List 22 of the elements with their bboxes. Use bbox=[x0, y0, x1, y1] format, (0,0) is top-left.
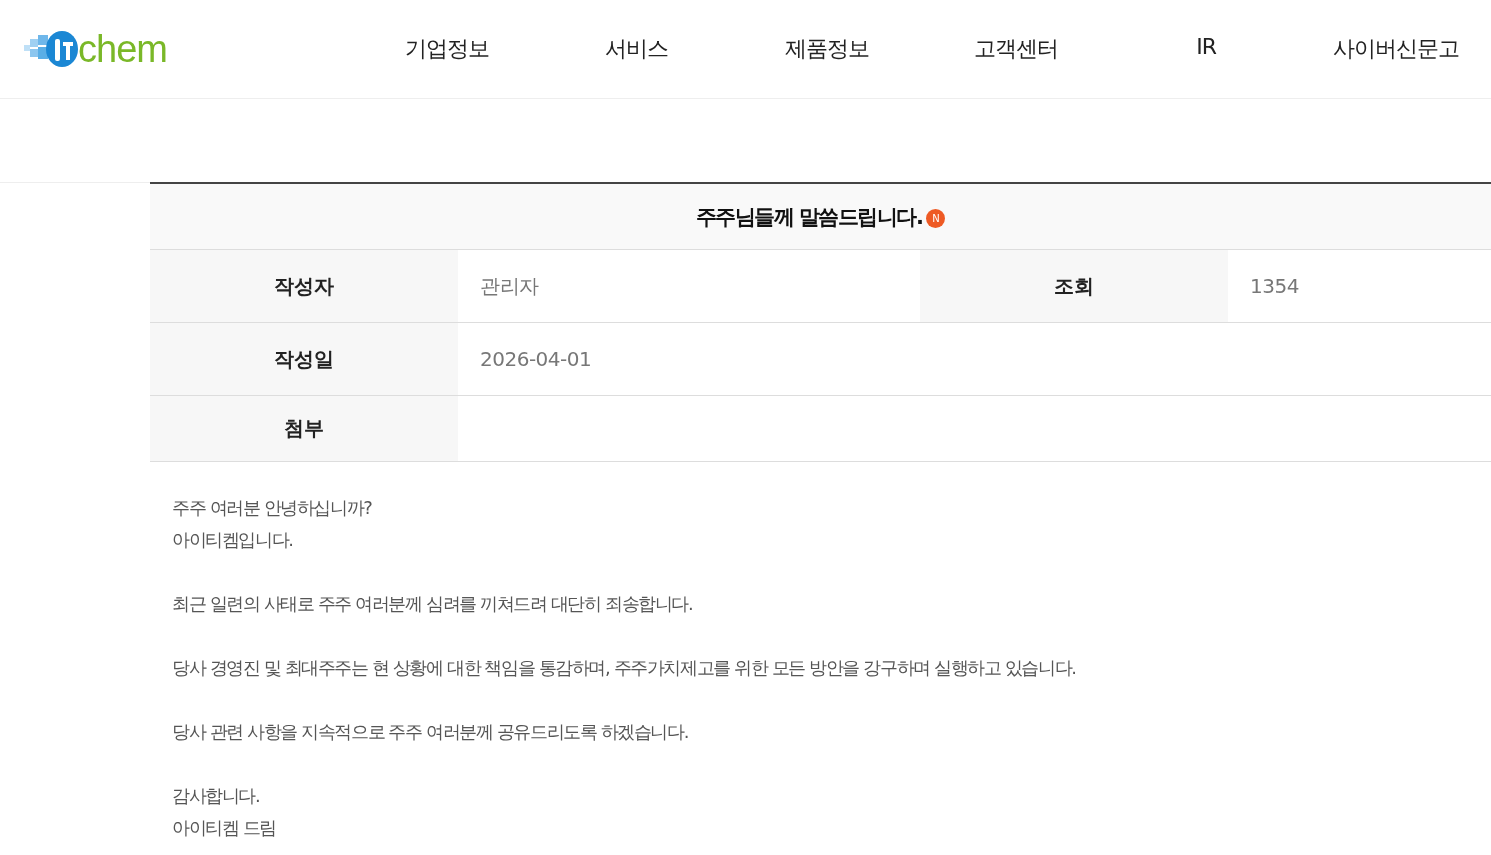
new-badge: N bbox=[926, 208, 946, 228]
nav-link[interactable]: 제품정보 bbox=[736, 34, 917, 64]
body-text: 주주 여러분 안녕하십니까? bbox=[172, 496, 373, 520]
post-title: 주주님들께 말씀드립니다. bbox=[695, 203, 923, 231]
body-text: 아이티켐 드림 bbox=[172, 816, 277, 840]
field-label: 작성일 bbox=[150, 323, 458, 395]
field-value: 2026-04-01 bbox=[479, 346, 593, 373]
field-value: 관리자 bbox=[479, 272, 540, 300]
nav-link[interactable]: IR bbox=[1116, 34, 1297, 64]
nav-link[interactable]: 사이버신문고 bbox=[1306, 34, 1487, 64]
field-label: 조회 bbox=[920, 250, 1228, 322]
nav-link[interactable]: 서비스 bbox=[546, 34, 727, 64]
nav-link[interactable]: 기업정보 bbox=[356, 34, 537, 64]
body-text: 당사 관련 사항을 지속적으로 주주 여러분께 공유드리도록 하겠습니다. bbox=[172, 720, 689, 744]
field-label: 작성자 bbox=[150, 250, 458, 322]
body-text: 최근 일련의 사태로 주주 여러분께 심려를 끼쳐드려 대단히 죄송합니다. bbox=[172, 592, 694, 616]
nav-link[interactable]: 고객센터 bbox=[926, 34, 1107, 64]
body-text: 감사합니다. bbox=[172, 784, 261, 808]
body-text: 아이티켐입니다. bbox=[172, 528, 294, 552]
body-text: 당사 경영진 및 최대주주는 현 상황에 대한 책임을 통감하며, 주주가치제고를 위한 모든 방안을 강구하며 실행하고 있습니다. bbox=[172, 656, 1077, 680]
field-label: 첨부 bbox=[150, 396, 458, 461]
field-value: 1354 bbox=[1249, 273, 1300, 300]
